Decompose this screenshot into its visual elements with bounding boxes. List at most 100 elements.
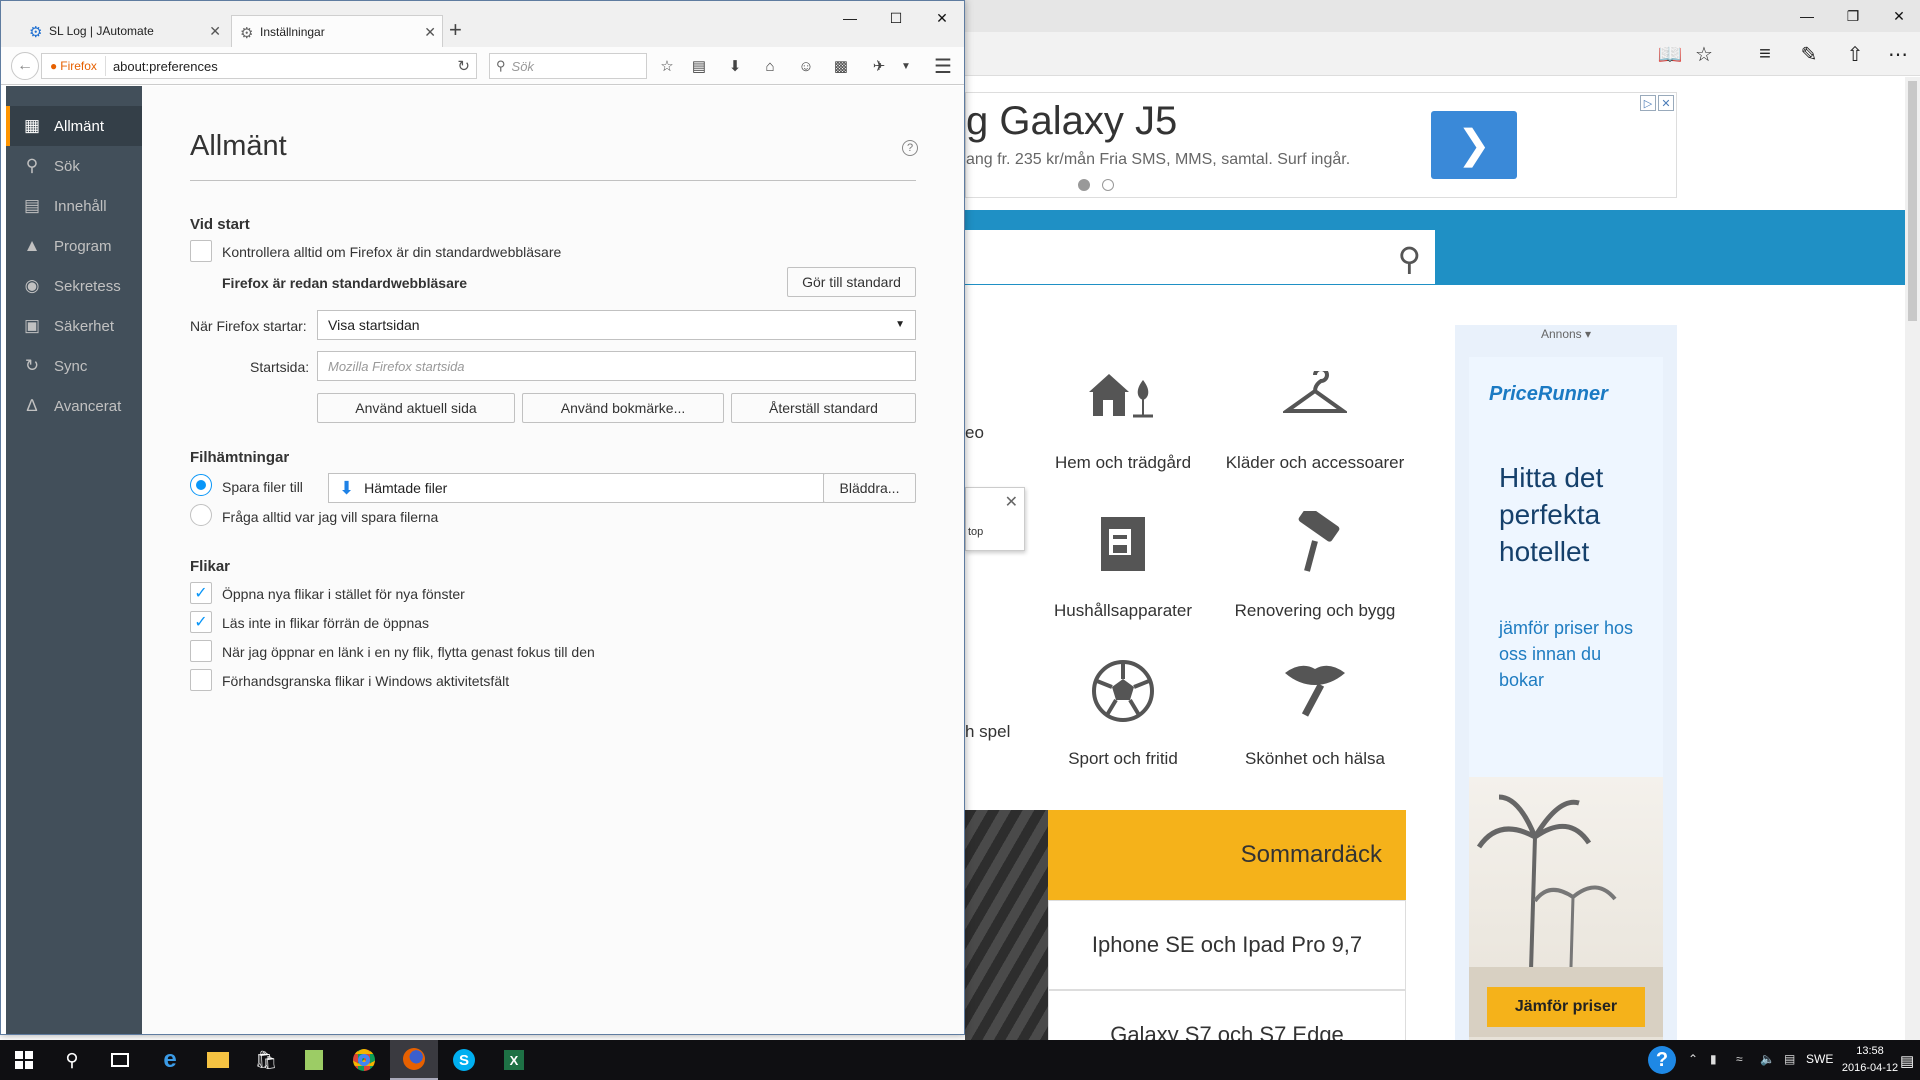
tab-close-icon[interactable]: ✕ — [424, 24, 436, 41]
taskbar-edge[interactable]: e — [146, 1040, 194, 1080]
annons-label[interactable]: Annons ▾ — [1455, 327, 1677, 341]
sidebar-item-allmant[interactable]: ▦ Allmänt — [6, 106, 142, 146]
compare-prices-button[interactable]: Jämför priser — [1487, 987, 1645, 1027]
hub-icon[interactable]: ≡ — [1751, 40, 1779, 68]
ad-close-icon[interactable]: ✕ — [1658, 95, 1674, 111]
scrollbar-thumb[interactable] — [1908, 81, 1917, 321]
web-note-icon[interactable]: ✎ — [1795, 40, 1823, 68]
tab-close-icon[interactable]: ✕ — [209, 23, 221, 40]
category-sport[interactable]: Sport och fritid — [1023, 651, 1223, 769]
edge-minimize-button[interactable]: — — [1784, 0, 1830, 32]
always-ask-radio[interactable] — [190, 504, 212, 526]
side-advertisement[interactable]: Annons ▾ PriceRunner Hitta det perfekta … — [1455, 325, 1677, 1040]
bookmark-star-icon[interactable]: ☆ — [655, 55, 679, 77]
battery-icon[interactable]: ▮ — [1710, 1052, 1717, 1066]
taskbar-chrome[interactable] — [340, 1040, 388, 1080]
category-renovation[interactable]: Renovering och bygg — [1215, 503, 1415, 621]
search-box[interactable]: ⚲ Sök — [489, 53, 647, 79]
close-window-button[interactable]: ✕ — [919, 5, 965, 31]
use-bookmark-button[interactable]: Använd bokmärke... — [522, 393, 724, 423]
make-default-button[interactable]: Gör till standard — [787, 267, 916, 297]
taskbar-excel[interactable]: X — [490, 1040, 538, 1080]
identity-box[interactable]: ● Firefox — [42, 56, 106, 76]
restore-default-button[interactable]: Återställ standard — [731, 393, 916, 423]
show-hidden-icons-icon[interactable]: ⌃ — [1688, 1052, 1698, 1066]
hello-icon[interactable]: ☺ — [794, 55, 818, 77]
back-button[interactable]: ← — [11, 52, 39, 80]
taskbar-firefox[interactable] — [390, 1040, 438, 1080]
sidebar-item-sok[interactable]: ⚲ Sök — [6, 146, 142, 186]
tabs-option-label[interactable]: När jag öppnar en länk i en ny flik, fly… — [222, 644, 595, 660]
tabs-option-checkbox[interactable] — [190, 640, 212, 662]
language-indicator[interactable]: SWE — [1806, 1052, 1833, 1066]
edge-restore-button[interactable]: ❐ — [1830, 0, 1876, 32]
use-current-page-button[interactable]: Använd aktuell sida — [317, 393, 515, 423]
bookmarks-menu-icon[interactable]: ▤ — [687, 55, 711, 77]
pocket-icon[interactable]: ▩ — [829, 55, 853, 77]
save-to-label[interactable]: Spara filer till — [222, 479, 303, 495]
clock[interactable]: 13:58 2016-04-12 — [1840, 1043, 1900, 1077]
ad-next-button[interactable]: ❯ — [1431, 111, 1517, 179]
tabs-option-label[interactable]: Förhandsgranska flikar i Windows aktivit… — [222, 673, 509, 689]
promo-highlight[interactable]: Sommardäck — [1048, 810, 1406, 900]
category-label-partial[interactable]: h spel — [965, 722, 1010, 742]
check-default-label[interactable]: Kontrollera alltid om Firefox är din sta… — [222, 244, 561, 260]
close-icon[interactable]: ✕ — [1005, 492, 1018, 512]
help-tray-icon[interactable]: ? — [1648, 1046, 1676, 1074]
taskbar-skype[interactable]: S — [440, 1040, 488, 1080]
network-icon[interactable]: ≈ — [1736, 1052, 1743, 1066]
more-icon[interactable]: ⋯ — [1884, 40, 1912, 68]
sidebar-item-sync[interactable]: ↻ Sync — [6, 346, 142, 386]
adchoices-icon[interactable]: ▷ — [1640, 95, 1656, 111]
minimize-button[interactable]: — — [827, 5, 873, 31]
downloads-icon[interactable]: ⬇ — [723, 55, 747, 77]
ad-banner[interactable]: g Galaxy J5 ang fr. 235 kr/mån Fria SMS,… — [965, 92, 1677, 198]
extension-icon[interactable]: ✈ — [867, 55, 891, 77]
edge-scrollbar[interactable] — [1905, 77, 1920, 1040]
adchoices-tag[interactable]: ▷ ✕ — [1640, 95, 1674, 111]
category-beauty[interactable]: Skönhet och hälsa — [1215, 651, 1415, 769]
tabs-option-checkbox[interactable]: ✓ — [190, 582, 212, 604]
search-button[interactable]: ⚲ — [48, 1040, 96, 1080]
edge-close-button[interactable]: ✕ — [1876, 0, 1920, 32]
tire-image[interactable] — [965, 810, 1050, 1040]
ad-carousel-dot-active[interactable] — [1078, 179, 1090, 191]
help-icon[interactable]: ? — [902, 140, 918, 156]
category-appliances[interactable]: Hushållsapparater — [1023, 503, 1223, 621]
taskbar-explorer[interactable] — [194, 1040, 242, 1080]
save-to-radio[interactable] — [190, 474, 212, 496]
start-button[interactable] — [0, 1040, 48, 1080]
when-starts-select[interactable]: Visa startsidan ▼ — [317, 310, 916, 340]
category-label-partial[interactable]: eo — [965, 423, 984, 443]
tabs-option-label[interactable]: Öppna nya flikar i stället för nya fönst… — [222, 586, 465, 602]
notification-popup[interactable]: ✕ top — [965, 487, 1025, 551]
maximize-button[interactable]: ☐ — [873, 5, 919, 31]
sidebar-item-program[interactable]: ▲ Program — [6, 226, 142, 266]
site-search-input[interactable]: ⚲ — [965, 230, 1435, 284]
tabs-option-checkbox[interactable] — [190, 669, 212, 691]
promo-row[interactable]: Iphone SE och Ipad Pro 9,7 — [1048, 900, 1406, 990]
extension-dropdown-icon[interactable]: ▼ — [894, 55, 918, 77]
homepage-input[interactable]: Mozilla Firefox startsida — [317, 351, 916, 381]
taskbar-notepad[interactable] — [290, 1040, 338, 1080]
search-icon[interactable]: ⚲ — [1398, 240, 1421, 278]
sidebar-item-innehall[interactable]: ▤ Innehåll — [6, 186, 142, 226]
tabs-option-label[interactable]: Läs inte in flikar förrän de öppnas — [222, 615, 429, 631]
check-default-checkbox[interactable] — [190, 240, 212, 262]
category-clothes[interactable]: Kläder och accessoarer — [1215, 355, 1415, 473]
notifications-icon[interactable]: ▤ — [1900, 1052, 1914, 1070]
always-ask-label[interactable]: Fråga alltid var jag vill spara filerna — [222, 509, 438, 525]
new-tab-button[interactable]: + — [449, 17, 462, 43]
url-text[interactable]: about:preferences — [106, 59, 218, 74]
tabs-option-checkbox[interactable]: ✓ — [190, 611, 212, 633]
url-bar[interactable]: ● Firefox about:preferences ↻ — [41, 53, 477, 79]
action-center-small-icon[interactable]: ▤ — [1784, 1052, 1795, 1066]
hamburger-menu-icon[interactable]: ☰ — [931, 55, 955, 78]
favorite-star-icon[interactable]: ☆ — [1690, 40, 1718, 68]
tab-sl-log[interactable]: ⚙ SL Log | JAutomate ✕ — [21, 15, 227, 47]
ad-carousel-dot[interactable] — [1102, 179, 1114, 191]
sidebar-item-avancerat[interactable]: ∆ Avancerat — [6, 386, 142, 426]
category-home-garden[interactable]: Hem och trädgård — [1023, 355, 1223, 473]
share-icon[interactable]: ⇧ — [1841, 40, 1869, 68]
task-view-button[interactable] — [96, 1040, 144, 1080]
